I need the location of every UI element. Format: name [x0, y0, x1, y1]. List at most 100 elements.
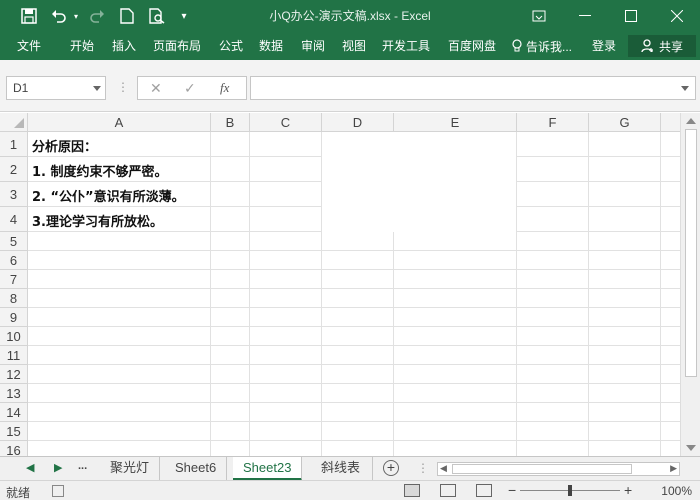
sheet-tab-spotlight[interactable]: 聚光灯 — [100, 457, 161, 481]
vertical-scroll-thumb[interactable] — [685, 129, 697, 377]
row-header-9[interactable]: 9 — [0, 308, 28, 327]
horizontal-scrollbar[interactable]: ◀ ▶ — [437, 462, 680, 476]
undo-icon[interactable] — [48, 0, 70, 32]
worksheet-grid[interactable]: A B C D E F G 1 2 3 4 5 6 7 8 9 10 11 12… — [0, 113, 680, 456]
row-header-16[interactable]: 16 — [0, 441, 28, 456]
tab-formulas[interactable]: 公式 — [219, 32, 243, 60]
login-button[interactable]: 登录 — [592, 32, 616, 60]
sheet-tab-diagonal[interactable]: 斜线表 — [311, 457, 373, 481]
save-icon[interactable] — [18, 0, 40, 32]
row-header-11[interactable]: 11 — [0, 346, 28, 365]
tab-baidu-netdisk[interactable]: 百度网盘 — [448, 32, 496, 60]
gridline — [28, 326, 680, 327]
cell-a4[interactable]: 3.理论学习有所放松。 — [32, 211, 163, 230]
zoom-out-icon[interactable]: − — [508, 482, 516, 498]
column-header-a[interactable]: A — [28, 113, 211, 132]
row-header-8[interactable]: 8 — [0, 289, 28, 308]
column-header-g[interactable]: G — [589, 113, 661, 132]
undo-dropdown-icon[interactable]: ▾ — [70, 0, 82, 32]
row-header-4[interactable]: 4 — [0, 207, 28, 232]
row-header-12[interactable]: 12 — [0, 365, 28, 384]
maximize-icon[interactable] — [608, 0, 654, 32]
row-header-2[interactable]: 2 — [0, 157, 28, 182]
enter-icon[interactable]: ✓ — [184, 80, 196, 97]
prev-sheet-icon[interactable]: ◀ — [26, 461, 34, 474]
zoom-in-icon[interactable]: + — [624, 482, 632, 498]
lightbulb-icon — [512, 39, 522, 52]
page-break-preview-icon[interactable] — [476, 484, 492, 497]
page-layout-view-icon[interactable] — [440, 484, 456, 497]
ribbon-display-options-icon[interactable] — [516, 0, 562, 32]
share-label: 共享 — [658, 39, 683, 54]
cancel-icon[interactable]: ✕ — [150, 80, 162, 97]
row-header-6[interactable]: 6 — [0, 251, 28, 270]
row-header-3[interactable]: 3 — [0, 182, 28, 207]
scroll-down-icon[interactable] — [686, 445, 696, 451]
macro-record-icon[interactable] — [52, 485, 64, 497]
select-all-button[interactable] — [0, 113, 28, 132]
scroll-right-icon[interactable]: ▶ — [670, 463, 677, 474]
normal-view-icon[interactable] — [404, 484, 420, 497]
column-header-d[interactable]: D — [322, 113, 394, 132]
redo-icon[interactable] — [86, 0, 108, 32]
tab-developer[interactable]: 开发工具 — [382, 32, 430, 60]
gridline — [28, 345, 680, 346]
status-bar: 就绪 − + 100% — [0, 480, 700, 500]
cell-a3[interactable]: 2. “公仆”意识有所淡薄。 — [32, 186, 185, 205]
next-sheet-icon[interactable]: ▶ — [54, 461, 62, 474]
more-sheets-button[interactable]: ... — [78, 460, 87, 472]
tab-insert[interactable]: 插入 — [112, 32, 136, 60]
column-header-c[interactable]: C — [250, 113, 322, 132]
new-icon[interactable] — [116, 0, 138, 32]
cell-a1[interactable]: 分析原因： — [32, 136, 97, 155]
cell-a2[interactable]: 1. 制度约束不够严密。 — [32, 161, 168, 180]
name-box-value: D1 — [13, 81, 29, 95]
minimize-icon[interactable] — [562, 0, 608, 32]
name-box-dropdown-icon[interactable] — [93, 86, 101, 91]
formula-input[interactable] — [250, 76, 696, 100]
tell-me-box[interactable]: 告诉我... — [512, 32, 572, 60]
horizontal-scroll-thumb[interactable] — [452, 464, 632, 474]
status-ready: 就绪 — [6, 486, 31, 500]
title-bar: ▾ ▾ 小Q办公-演示文稿.xlsx - Excel — [0, 0, 700, 32]
row-header-10[interactable]: 10 — [0, 327, 28, 346]
row-header-1[interactable]: 1 — [0, 132, 28, 157]
zoom-slider[interactable] — [520, 485, 620, 496]
tab-splitter[interactable]: ⋮ — [417, 461, 429, 475]
zoom-slider-knob[interactable] — [568, 485, 572, 496]
vertical-scrollbar[interactable] — [680, 113, 700, 456]
scroll-up-icon[interactable] — [686, 118, 696, 124]
blank-region-d1-e4[interactable] — [322, 132, 516, 232]
insert-function-button[interactable]: fx — [220, 80, 229, 96]
scroll-left-icon[interactable]: ◀ — [440, 463, 447, 474]
expand-formula-bar-icon[interactable] — [681, 86, 689, 91]
tab-page-layout[interactable]: 页面布局 — [153, 32, 201, 60]
column-header-partial[interactable] — [661, 113, 680, 132]
column-header-b[interactable]: B — [211, 113, 250, 132]
tab-view[interactable]: 视图 — [342, 32, 366, 60]
customize-quick-access-icon[interactable]: ▾ — [176, 0, 192, 32]
row-header-14[interactable]: 14 — [0, 403, 28, 422]
row-header-5[interactable]: 5 — [0, 232, 28, 251]
gridline — [28, 307, 680, 308]
row-header-7[interactable]: 7 — [0, 270, 28, 289]
ribbon-tab-bar: 文件 开始 插入 页面布局 公式 数据 审阅 视图 开发工具 百度网盘 告诉我.… — [0, 32, 700, 60]
column-header-f[interactable]: F — [517, 113, 589, 132]
tab-data[interactable]: 数据 — [259, 32, 283, 60]
close-icon[interactable] — [654, 0, 700, 32]
tab-file[interactable]: 文件 — [17, 32, 41, 60]
row-header-13[interactable]: 13 — [0, 384, 28, 403]
sheet-tab-sheet6[interactable]: Sheet6 — [165, 457, 228, 481]
formula-bar-splitter[interactable]: ⋮ — [117, 80, 129, 94]
sheet-tab-sheet23[interactable]: Sheet23 — [233, 457, 303, 481]
add-sheet-icon[interactable]: + — [383, 460, 399, 476]
print-preview-icon[interactable] — [146, 0, 168, 32]
tab-home[interactable]: 开始 — [70, 32, 94, 60]
row-header-15[interactable]: 15 — [0, 422, 28, 441]
gridline — [28, 288, 680, 289]
zoom-level[interactable]: 100% — [661, 484, 692, 498]
share-button[interactable]: 共享 — [628, 35, 696, 57]
name-box[interactable]: D1 — [6, 76, 106, 100]
column-header-e[interactable]: E — [394, 113, 517, 132]
tab-review[interactable]: 审阅 — [301, 32, 325, 60]
